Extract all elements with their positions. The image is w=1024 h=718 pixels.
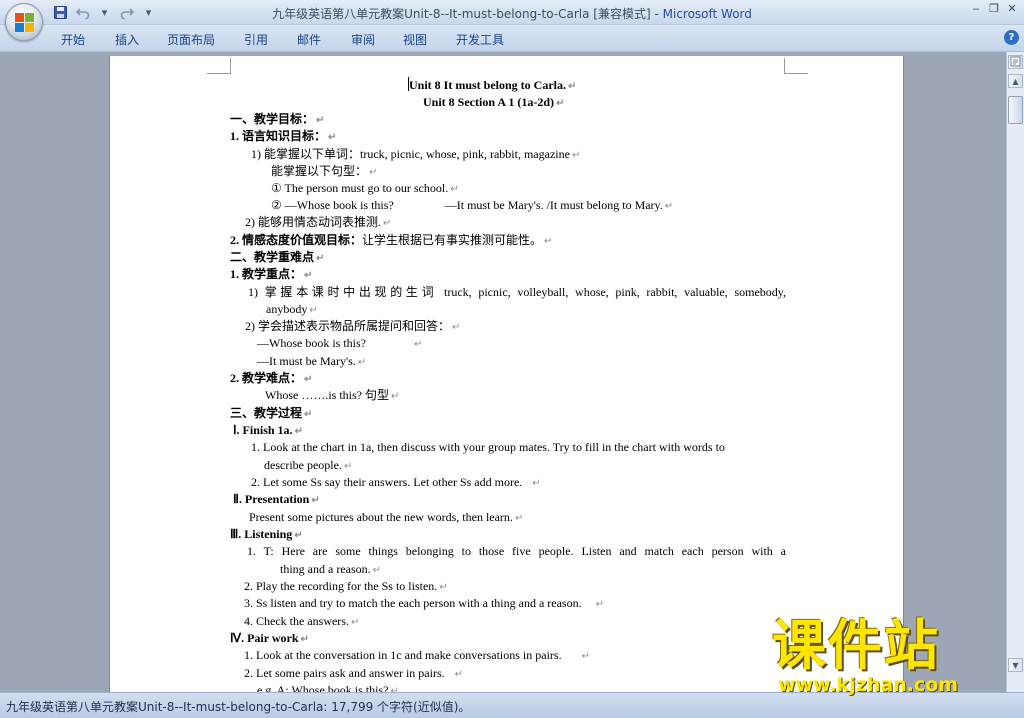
doc-line: 1. T: Here are some things belonging to … — [247, 544, 786, 558]
tab-page-layout[interactable]: 页面布局 — [167, 31, 215, 48]
doc-line: —It must be Mary's. ↵ — [257, 354, 367, 368]
doc-line: 三、教学过程 ↵ — [230, 406, 313, 420]
document-page[interactable]: Unit 8 It must belong to Carla. ↵ Unit 8 … — [109, 56, 904, 692]
document-area: Unit 8 It must belong to Carla. ↵ Unit 8 … — [0, 52, 1006, 692]
doc-line: 1) 掌握本课时中出现的生词 truck, picnic, volleyball… — [248, 285, 786, 299]
minimize-button[interactable]: ‒ — [968, 2, 984, 16]
doc-line: 3. Ss listen and try to match the each p… — [244, 596, 604, 610]
doc-line: 1. Look at the conversation in 1c and ma… — [244, 648, 590, 662]
doc-line: Whose …….is this? 句型 ↵ — [265, 388, 400, 402]
doc-line: ① The person must go to our school. ↵ — [271, 181, 459, 195]
window-title: 九年级英语第八单元教案Unit-8--It-must-belong-to-Car… — [0, 5, 1024, 22]
tab-developer[interactable]: 开发工具 — [456, 31, 504, 48]
doc-line: Ⅳ. Pair work ↵ — [230, 631, 309, 645]
doc-line: 一、教学目标： ↵ — [230, 112, 325, 126]
doc-line: Ⅰ. Finish 1a. ↵ — [233, 423, 303, 437]
ruler-toggle-icon[interactable] — [1008, 55, 1023, 69]
tab-view[interactable]: 视图 — [403, 31, 427, 48]
scroll-down-button[interactable]: ▼ — [1008, 658, 1023, 672]
doc-line: thing and a reason. ↵ — [280, 562, 382, 576]
margin-corner-left — [207, 58, 231, 74]
doc-line: —Whose book is this? ↵ — [257, 336, 423, 350]
doc-line: 1. Look at the chart in 1a, then discuss… — [251, 440, 725, 454]
doc-line: 2) 能够用情态动词表推测. ↵ — [245, 215, 392, 229]
margin-corner-right — [784, 58, 808, 74]
doc-subtitle: Unit 8 Section A 1 (1a-2d) ↵ — [423, 95, 565, 109]
tab-review[interactable]: 审阅 — [351, 31, 375, 48]
office-button[interactable] — [5, 3, 43, 41]
doc-title: Unit 8 It must belong to Carla. ↵ — [408, 77, 577, 92]
restore-button[interactable]: ❐ — [986, 2, 1002, 16]
tab-mailings[interactable]: 邮件 — [297, 31, 321, 48]
doc-line: 二、教学重难点 ↵ — [230, 250, 325, 264]
tab-references[interactable]: 引用 — [244, 31, 268, 48]
office-logo-icon — [15, 13, 34, 32]
close-button[interactable]: ✕ — [1004, 2, 1020, 16]
doc-line: 2. 情感态度价值观目标：让学生根据已有事实推测可能性。 ↵ — [230, 233, 553, 247]
doc-line: Ⅲ. Listening ↵ — [230, 527, 303, 541]
tab-insert[interactable]: 插入 — [115, 31, 139, 48]
doc-line: 2. Play the recording for the Ss to list… — [244, 579, 448, 593]
app-name: Microsoft Word — [662, 7, 752, 21]
doc-line: 1. 教学重点： ↵ — [230, 267, 313, 281]
doc-line: 1. 语言知识目标： ↵ — [230, 129, 337, 143]
scroll-up-button[interactable]: ▲ — [1008, 74, 1023, 88]
doc-line: 能掌握以下句型： ↵ — [271, 164, 378, 178]
doc-line: 1) 能掌握以下单词：truck, picnic, whose, pink, r… — [251, 147, 581, 161]
tab-home[interactable]: 开始 — [61, 31, 85, 48]
status-text: 九年级英语第八单元教案Unit-8--It-must-belong-to-Car… — [6, 700, 471, 714]
ribbon-tabs: 开始 插入 页面布局 引用 邮件 审阅 视图 开发工具 ? — [0, 25, 1024, 52]
status-bar: 九年级英语第八单元教案Unit-8--It-must-belong-to-Car… — [0, 692, 1024, 718]
doc-line: Present some pictures about the new word… — [249, 510, 524, 524]
doc-line: describe people. ↵ — [264, 458, 353, 472]
doc-line: 2) 学会描述表示物品所属提问和回答： ↵ — [245, 319, 461, 333]
doc-line: 4. Check the answers. ↵ — [244, 614, 360, 628]
paragraph-mark: ↵ — [568, 81, 577, 92]
doc-line: Ⅱ. Presentation ↵ — [233, 492, 320, 506]
scroll-thumb[interactable] — [1008, 96, 1023, 124]
title-bar: ▾ ▾ 九年级英语第八单元教案Unit-8--It-must-belong-to… — [0, 0, 1024, 25]
doc-line: ② —Whose book is this? —It must be Mary'… — [271, 198, 674, 212]
window-controls: ‒ ❐ ✕ — [968, 2, 1020, 16]
doc-line: 2. Let some Ss say their answers. Let ot… — [251, 475, 541, 489]
doc-line: e.g. A: Whose book is this? ↵ — [257, 683, 399, 692]
document-title: 九年级英语第八单元教案Unit-8--It-must-belong-to-Car… — [272, 7, 663, 21]
help-icon[interactable]: ? — [1004, 30, 1019, 45]
doc-line: anybody ↵ — [266, 302, 318, 316]
doc-line: 2. 教学难点： ↵ — [230, 371, 313, 385]
doc-line: 2. Let some pairs ask and answer in pair… — [244, 666, 464, 680]
vertical-scrollbar[interactable]: ▲ ▼ — [1006, 52, 1024, 692]
